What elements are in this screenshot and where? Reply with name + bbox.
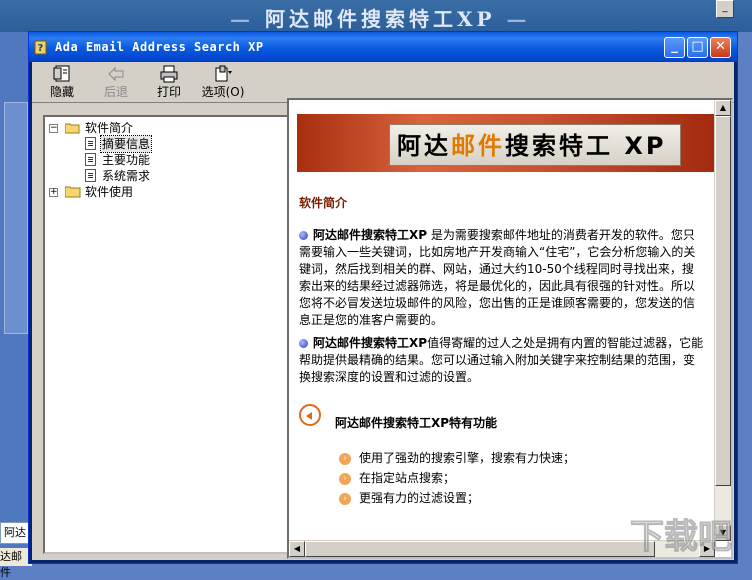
content-pane: 阿达邮件搜索特工 XP 软件简介 阿达邮件搜索特工XP 是为需要搜索邮件地址的消… [287,98,733,559]
tree-label: 主要功能 [102,153,151,167]
folder-closed-icon [65,186,81,198]
background-side-panel [4,102,28,334]
feature-item: › 在指定站点搜索； [339,470,455,487]
page-icon [85,153,96,166]
expand-icon[interactable]: + [49,188,58,197]
feature-item: › 更强有力的过滤设置； [339,490,479,507]
hide-pane-icon [53,65,70,82]
toolbar: 隐藏 后退 打印 选项(O) [32,62,734,103]
background-minimize-button[interactable]: _ [716,0,734,18]
tree-label: 软件简介 [85,121,134,135]
background-title: — 阿达邮件搜索特工XP — [230,7,531,31]
scroll-left-button[interactable]: ◀ [289,541,305,557]
product-banner: 阿达邮件搜索特工 XP [297,114,715,172]
print-button[interactable]: 打印 [153,65,185,100]
window-title: Ada Email Address Search XP [55,40,264,54]
printer-icon [160,65,178,83]
close-button[interactable]: ✕ [710,37,731,58]
arrow-bullet-icon: › [339,452,351,465]
tree-label: 软件使用 [85,185,134,199]
maximize-button[interactable]: □ [687,37,708,58]
watermark-logo: 下载吧 [630,517,733,558]
minimize-button[interactable]: _ [664,37,685,58]
svg-text:下载吧: 下载吧 [630,517,732,557]
bullet-icon [299,231,308,240]
bullet-icon [299,339,308,348]
page-icon [85,137,96,150]
scroll-thumb[interactable] [715,116,731,486]
hide-button[interactable]: 隐藏 [46,65,78,100]
horizontal-scroll-thumb[interactable] [305,541,655,557]
back-label: 后退 [103,85,128,99]
arrow-bullet-icon: › [339,472,351,485]
page-icon [85,169,96,182]
hide-label: 隐藏 [49,85,74,99]
feature-item: › 使用了强劲的搜索引擎，搜索有力快速； [339,450,575,467]
svg-text:?: ? [38,43,44,54]
speaker-icon [299,404,321,426]
back-arrow-icon [108,66,124,82]
arrow-bullet-icon: › [339,492,351,505]
background-titlebar: — 阿达邮件搜索特工XP — _ [0,0,752,32]
vertical-scrollbar[interactable]: ▲ ▼ [714,100,731,541]
contents-tree[interactable]: − 软件简介 摘要信息 主要功能 系统需求 + 软件使用 [43,115,301,554]
options-button[interactable]: 选项(O) [200,65,246,100]
options-label: 选项(O) [201,85,245,99]
banner-title: 阿达邮件搜索特工 XP [397,132,667,160]
section-heading: 软件简介 [299,196,348,210]
help-book-icon: ? [34,40,47,55]
back-button[interactable]: 后退 [100,65,132,100]
filter-paragraph: 阿达邮件搜索特工XP值得寄耀的过人之处是拥有内置的智能过滤器，它能帮助提供最精确… [299,336,704,384]
tree-label: 摘要信息 [99,135,153,153]
scroll-up-button[interactable]: ▲ [715,100,731,116]
folder-open-icon [65,123,80,134]
options-icon [215,65,232,82]
window-titlebar[interactable]: ? Ada Email Address Search XP _ □ ✕ [29,32,737,62]
intro-paragraph: 阿达邮件搜索特工XP 是为需要搜索邮件地址的消费者开发的软件。您只需要输入一些关… [299,228,696,327]
tree-label: 系统需求 [102,169,151,183]
features-title: 阿达邮件搜索特工XP特有功能 [335,416,498,430]
print-label: 打印 [156,85,181,99]
collapse-icon[interactable]: − [49,124,58,133]
